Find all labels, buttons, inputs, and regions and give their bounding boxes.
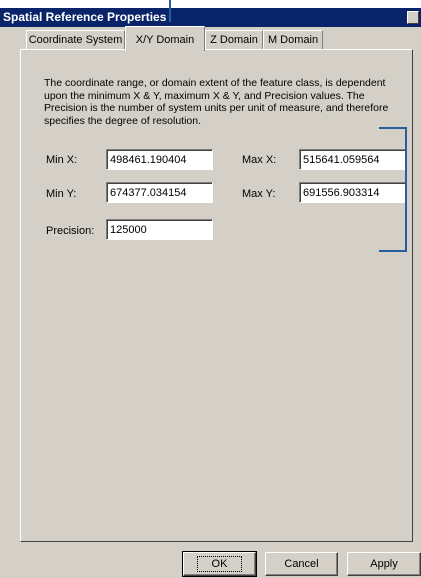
tab-coordinate-system[interactable]: Coordinate System [26, 30, 125, 50]
min-x-field[interactable] [106, 149, 213, 170]
apply-button[interactable]: Apply [347, 552, 421, 576]
max-y-label: Max Y: [242, 188, 276, 200]
min-x-label: Min X: [46, 154, 78, 166]
domain-description: The coordinate range, or domain extent o… [44, 77, 389, 127]
precision-field[interactable] [106, 219, 213, 240]
bracket-bottom-line [379, 250, 407, 252]
precision-label: Precision: [46, 225, 95, 237]
bracket-vertical-line [405, 127, 407, 252]
max-x-label: Max X: [242, 154, 277, 166]
tab-z-domain[interactable]: Z Domain [205, 30, 263, 50]
max-y-field[interactable] [299, 182, 406, 203]
cancel-button[interactable]: Cancel [265, 552, 338, 576]
window-title: Spatial Reference Properties [3, 10, 167, 24]
title-bar: Spatial Reference Properties [0, 8, 421, 27]
bracket-top-line [379, 127, 407, 129]
min-y-field[interactable] [106, 182, 213, 203]
max-x-field[interactable] [299, 149, 406, 170]
tab-callout-line [169, 0, 171, 22]
tab-xy-domain[interactable]: X/Y Domain [125, 26, 205, 51]
ok-button[interactable]: OK [182, 551, 257, 577]
close-icon[interactable] [407, 11, 419, 24]
tab-m-domain[interactable]: M Domain [263, 30, 323, 50]
min-y-label: Min Y: [46, 188, 77, 200]
